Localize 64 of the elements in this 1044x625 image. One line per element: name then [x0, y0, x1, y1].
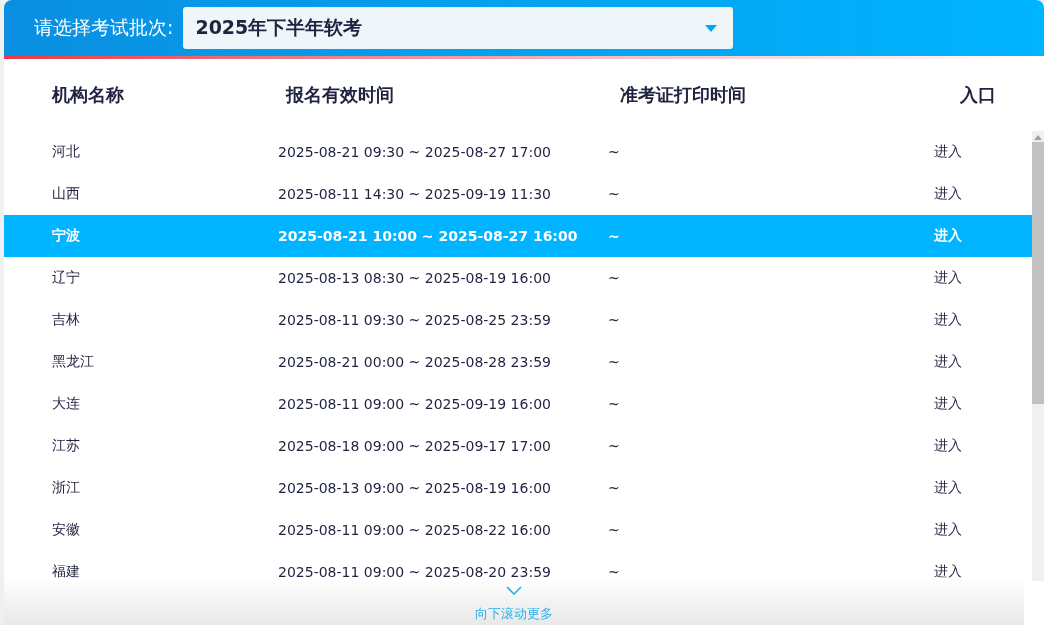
table-row[interactable]: 福建 2025-08-11 09:00 ~ 2025-08-20 23:59 ~ 进入: [4, 551, 1032, 581]
column-header: 报名有效时间: [284, 83, 395, 107]
table-row[interactable]: 浙江 2025-08-13 09:00 ~ 2025-08-19 16:00 ~ 进入: [4, 467, 1032, 509]
table-cell-text: ~: [608, 354, 621, 370]
column-header: 机构名称: [50, 83, 125, 107]
table-cell-text: 2025-08-11 09:00 ~ 2025-08-22 16:00: [278, 522, 552, 538]
table-cell-text: ~: [608, 438, 621, 454]
table-row[interactable]: 辽宁 2025-08-13 08:30 ~ 2025-08-19 16:00 ~ 进入: [4, 257, 1032, 299]
table-cell-text: 2025-08-11 09:00 ~ 2025-08-20 23:59: [278, 564, 552, 580]
table-cell-text: 2025-08-13 09:00 ~ 2025-08-19 16:00: [278, 480, 552, 496]
table-cell-text: 2025-08-18 09:00 ~ 2025-09-17 17:00: [278, 438, 552, 454]
table-cell-text: 2025-08-11 09:00 ~ 2025-09-19 16:00: [278, 396, 552, 412]
table-cell-text: 安徽: [51, 521, 81, 539]
table-cell-text: 山西: [51, 185, 81, 203]
entry-link[interactable]: 进入: [934, 143, 1032, 161]
entry-link[interactable]: 进入: [934, 479, 1032, 497]
table-cell-text: 大连: [51, 395, 81, 413]
table-cell-text: ~: [608, 396, 621, 412]
table-cell-text: 河北: [51, 143, 81, 161]
scroll-up-icon[interactable]: [1034, 135, 1042, 140]
batch-dropdown[interactable]: 2025年下半年软考: [183, 7, 734, 49]
table-row[interactable]: 大连 2025-08-11 09:00 ~ 2025-09-19 16:00 ~ 进入: [4, 383, 1032, 425]
table-cell-text: ~: [608, 186, 621, 202]
table-cell-text: ~: [608, 228, 621, 244]
scrollbar-thumb[interactable]: [1032, 142, 1044, 404]
table-cell-text: 2025-08-21 10:00 ~ 2025-08-27 16:00: [278, 228, 579, 244]
table-cell-text: 辽宁: [51, 269, 81, 287]
entry-link[interactable]: 进入: [934, 521, 1032, 539]
column-header: 准考证打印时间: [619, 83, 747, 107]
table-cell-text: 江苏: [51, 437, 81, 455]
table-cell-text: 浙江: [51, 479, 81, 497]
entry-link[interactable]: 进入: [934, 185, 1032, 203]
table-cell-text: 2025-08-21 09:30 ~ 2025-08-27 17:00: [278, 144, 552, 160]
table-row[interactable]: 黑龙江 2025-08-21 00:00 ~ 2025-08-28 23:59 ~ 进入: [4, 341, 1032, 383]
table-row[interactable]: 山西 2025-08-11 14:30 ~ 2025-09-19 11:30 ~ 进入: [4, 173, 1032, 215]
entry-link[interactable]: 进入: [934, 311, 1032, 329]
table-row[interactable]: 吉林 2025-08-11 09:30 ~ 2025-08-25 23:59 ~ 进入: [4, 299, 1032, 341]
table-cell-text: ~: [608, 564, 621, 580]
table-cell-text: 2025-08-13 08:30 ~ 2025-08-19 16:00: [278, 270, 552, 286]
table-cell-text: 2025-08-11 09:30 ~ 2025-08-25 23:59: [278, 312, 552, 328]
table-cell-text: 福建: [51, 563, 81, 581]
table-row[interactable]: 安徽 2025-08-11 09:00 ~ 2025-08-22 16:00 ~ 进入: [4, 509, 1032, 551]
table-cell-text: 2025-08-21 00:00 ~ 2025-08-28 23:59: [278, 354, 552, 370]
batch-label: 请选择考试批次:: [34, 15, 174, 40]
entry-link[interactable]: 进入: [934, 437, 1032, 455]
table-cell-text: ~: [608, 480, 621, 496]
entry-link[interactable]: 进入: [934, 395, 1032, 413]
table-cell-text: ~: [608, 270, 621, 286]
entry-link[interactable]: 进入: [934, 563, 1032, 581]
table-cell-text: ~: [608, 144, 621, 160]
table-cell-text: 吉林: [51, 311, 81, 329]
table-cell-text: 黑龙江: [51, 353, 95, 371]
column-header: 入口: [959, 83, 997, 107]
table-cell-text: ~: [608, 522, 621, 538]
table-row[interactable]: 河北 2025-08-21 09:30 ~ 2025-08-27 17:00 ~ 进入: [4, 131, 1032, 173]
entry-link[interactable]: 进入: [934, 353, 1032, 371]
table-cell-text: 2025-08-11 14:30 ~ 2025-09-19 11:30: [278, 186, 552, 202]
table-cell-text: ~: [608, 312, 621, 328]
caret-icon: [705, 24, 718, 32]
table-row[interactable]: 江苏 2025-08-18 09:00 ~ 2025-09-17 17:00 ~ 进入: [4, 425, 1032, 467]
chevron-down-icon[interactable]: [506, 586, 522, 595]
scrollbar[interactable]: [1032, 131, 1044, 581]
entry-link[interactable]: 进入: [934, 269, 1032, 287]
table-cell-text: 宁波: [51, 227, 81, 245]
